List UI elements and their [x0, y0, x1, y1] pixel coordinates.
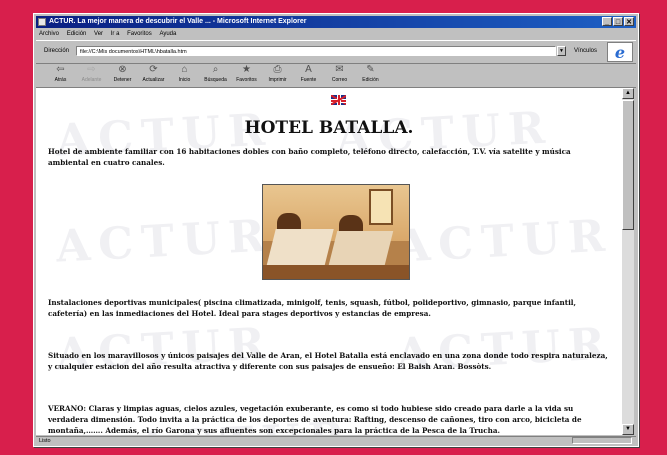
- toolbar-button-label: Atrás: [54, 77, 67, 83]
- menu-bar: Archivo Edición Ver Ir a Favoritos Ayuda: [36, 29, 636, 39]
- toolbar-button-inicio[interactable]: ⌂ Inicio: [170, 63, 199, 83]
- page-title: HOTEL BATALLA.: [244, 118, 414, 138]
- menu-archivo[interactable]: Archivo: [39, 31, 59, 37]
- toolbar-button-atras[interactable]: ⇦ Atrás: [46, 63, 75, 83]
- scroll-up-button[interactable]: ▲: [622, 88, 634, 99]
- home-icon: ⌂: [181, 64, 188, 75]
- toolbar-button-label: Fuente: [300, 77, 317, 83]
- toolbar-button-label: Detener: [113, 77, 132, 83]
- forward-icon: ⇨: [87, 64, 96, 75]
- font-icon: A: [305, 64, 312, 75]
- favorites-icon: ★: [242, 64, 251, 75]
- window-controls: _ □ ✕: [602, 17, 634, 26]
- summer-paragraph: VERANO: Claras y limpias aguas, cielos a…: [48, 404, 582, 435]
- edit-icon: ✎: [366, 64, 375, 75]
- links-label[interactable]: Vínculos: [574, 48, 597, 54]
- ie-logo-icon: e: [607, 42, 633, 62]
- toolbar-button-label: Edición: [362, 77, 379, 83]
- toolbar-button-adelante[interactable]: ⇨ Adelante: [77, 63, 106, 83]
- ie-page-icon: [38, 18, 46, 26]
- address-label: Dirección: [44, 48, 70, 54]
- toolbar-button-label: Favoritos: [236, 77, 257, 83]
- status-bar: Listo: [36, 436, 636, 445]
- address-input[interactable]: file://C:\Mis documentos\HTML\hbatalla.h…: [76, 46, 556, 56]
- status-text: Listo: [39, 438, 51, 444]
- toolbar-button-label: Adelante: [81, 77, 102, 83]
- menu-ver[interactable]: Ver: [94, 31, 103, 37]
- close-button[interactable]: ✕: [624, 17, 634, 26]
- browser-window: ACTUR. La mejor manera de descubrir el V…: [33, 13, 639, 447]
- intro-paragraph: Hotel de ambiente familiar con 16 habita…: [48, 147, 571, 167]
- address-dropdown-button[interactable]: ▼: [557, 46, 566, 56]
- scroll-down-button[interactable]: ▼: [622, 424, 634, 435]
- title-bar[interactable]: ACTUR. La mejor manera de descubrir el V…: [36, 16, 636, 28]
- toolbar-button-detener[interactable]: ⊗ Detener: [108, 63, 137, 83]
- location-paragraph: Situado en los maravillosos y únicos pai…: [48, 351, 608, 371]
- address-bar: Dirección file://C:\Mis documentos\HTML\…: [36, 40, 636, 64]
- toolbar-button-label: Inicio: [178, 77, 191, 83]
- toolbar-button-label: Imprimir: [268, 77, 287, 83]
- watermark-text: ACTUR: [394, 210, 615, 273]
- toolbar: ⇦ Atrás ⇨ Adelante ⊗ Detener ⟳ Actualizar ⌂ Inici…: [36, 63, 636, 88]
- page-content: ACTUR ACTUR ACTUR ACTUR ACTUR ACTUR ACTU…: [36, 88, 622, 435]
- minimize-button[interactable]: _: [602, 17, 612, 26]
- back-icon: ⇦: [56, 64, 65, 75]
- hotel-room-photo: [262, 184, 410, 280]
- vertical-scrollbar[interactable]: ▲ ▼: [622, 88, 634, 435]
- window-title: ACTUR. La mejor manera de descubrir el V…: [49, 18, 307, 25]
- search-icon: ⌕: [212, 64, 219, 75]
- print-icon: ⎙: [273, 64, 282, 75]
- watermark-text: ACTUR: [54, 210, 275, 273]
- toolbar-button-label: Búsqueda: [204, 77, 227, 83]
- scrollbar-thumb[interactable]: [622, 100, 634, 230]
- toolbar-button-label: Actualizar: [142, 77, 165, 83]
- toolbar-button-label: Correo: [331, 77, 348, 83]
- maximize-button[interactable]: □: [613, 17, 623, 26]
- toolbar-button-correo[interactable]: ✉ Correo: [325, 63, 354, 83]
- status-zone: [572, 437, 632, 444]
- menu-favoritos[interactable]: Favoritos: [127, 31, 152, 37]
- mail-icon: ✉: [335, 64, 344, 75]
- menu-edicion[interactable]: Edición: [67, 31, 87, 37]
- stop-icon: ⊗: [118, 64, 127, 75]
- toolbar-button-actualizar[interactable]: ⟳ Actualizar: [139, 63, 168, 83]
- toolbar-button-imprimir[interactable]: ⎙ Imprimir: [263, 63, 292, 83]
- refresh-icon: ⟳: [149, 64, 158, 75]
- uk-flag-icon[interactable]: [331, 95, 346, 105]
- toolbar-button-busqueda[interactable]: ⌕ Búsqueda: [201, 63, 230, 83]
- toolbar-button-fuente[interactable]: A Fuente: [294, 63, 323, 83]
- menu-ir-a[interactable]: Ir a: [111, 31, 120, 37]
- toolbar-button-edicion[interactable]: ✎ Edición: [356, 63, 385, 83]
- facilities-paragraph: Instalaciones deportivas municipales( pi…: [48, 298, 577, 318]
- toolbar-button-favoritos[interactable]: ★ Favoritos: [232, 63, 261, 83]
- menu-ayuda[interactable]: Ayuda: [159, 31, 176, 37]
